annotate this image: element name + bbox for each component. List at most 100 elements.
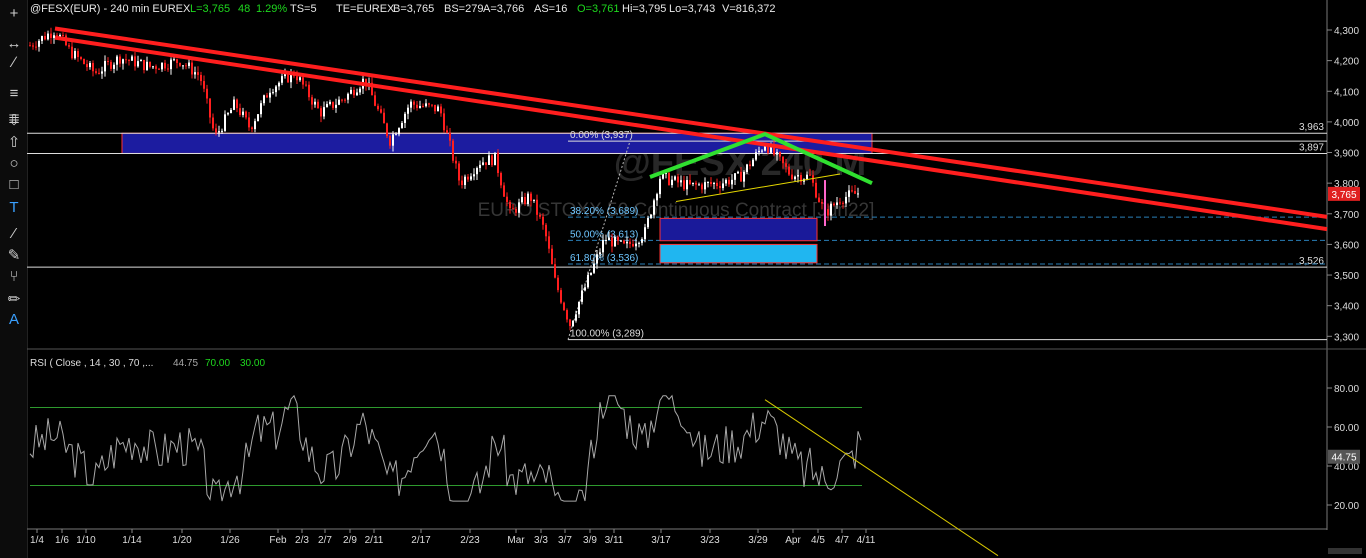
candle-body: [776, 152, 778, 155]
candle-body: [173, 59, 175, 61]
candle-group: [29, 27, 859, 331]
candle-body: [668, 173, 670, 186]
candle-body: [299, 77, 301, 81]
candle-body: [152, 66, 154, 68]
candle-body: [779, 152, 781, 157]
fib-label: 61.80% (3,536): [570, 253, 638, 264]
supply-zone-box-lower[interactable]: [659, 217, 818, 242]
candle-body: [827, 209, 829, 216]
price-chart[interactable]: @FESX(EUR) - 240 min EUREX L=3,765 48 1.29%…: [0, 0, 1366, 558]
candle-body: [179, 62, 181, 66]
candle-body: [797, 175, 799, 177]
candle-body: [518, 202, 520, 213]
candle-body: [596, 254, 598, 264]
scrollbar-thumb[interactable]: [1328, 548, 1362, 554]
candle-body: [716, 182, 718, 187]
candle-body: [95, 71, 97, 73]
candle-body: [50, 33, 52, 38]
rsi-tick-label: 80.00: [1334, 384, 1359, 395]
candle-body: [332, 101, 334, 108]
candle-body: [752, 159, 754, 167]
candle-body: [314, 101, 316, 105]
fib-label: 38.20% (3,689): [570, 206, 638, 217]
candle-body: [194, 72, 196, 75]
downtrend-line-upper[interactable]: [54, 26, 1328, 219]
candle-body: [269, 92, 271, 98]
candle-body: [422, 106, 424, 108]
time-tick-label: 2/23: [460, 535, 480, 546]
candle-body: [407, 107, 409, 114]
candle-body: [656, 194, 658, 201]
candle-body: [128, 59, 130, 61]
candle-body: [425, 103, 427, 107]
candle-body: [119, 56, 121, 64]
fib-label: 100.00% (3,289): [570, 329, 644, 340]
candle-body: [704, 182, 706, 190]
candle-body: [467, 176, 469, 180]
candle-body: [809, 174, 811, 176]
candle-body: [230, 109, 232, 114]
time-tick-label: 3/9: [583, 535, 597, 546]
candle-body: [200, 74, 202, 82]
candle-body: [101, 71, 103, 74]
candle-body: [86, 64, 88, 68]
candle-body: [494, 152, 496, 166]
candle-body: [620, 240, 622, 242]
candle-body: [32, 45, 34, 47]
time-tick-label: 3/7: [558, 535, 572, 546]
candle-body: [500, 173, 502, 186]
time-tick-label: 1/26: [220, 535, 240, 546]
candle-body: [572, 320, 574, 327]
candle-body: [344, 99, 346, 101]
candle-body: [440, 106, 442, 114]
candle-body: [419, 106, 421, 108]
candle-body: [854, 191, 856, 194]
candle-body: [218, 131, 220, 133]
time-tick-label: 2/7: [318, 535, 332, 546]
header-symbol: @FESX(EUR) - 240 min EUREX: [30, 3, 191, 15]
rsi-trendline[interactable]: [764, 399, 999, 557]
fib-label: 50.00% (3,613): [570, 229, 638, 240]
candle-body: [224, 114, 226, 131]
candle-body: [113, 64, 115, 69]
header-change-pct: 1.29%: [256, 3, 287, 15]
candle-body: [614, 236, 616, 247]
fib-label: 0.00% (3,937): [570, 130, 633, 141]
candle-body: [545, 224, 547, 237]
candle-body: [143, 59, 145, 71]
candle-body: [356, 92, 358, 96]
time-tick-label: 2/3: [295, 535, 309, 546]
candle-body: [251, 127, 253, 130]
candle-body: [491, 155, 493, 166]
candle-body: [650, 214, 652, 218]
candle-body: [410, 101, 412, 108]
candle-body: [458, 163, 460, 181]
candle-body: [80, 57, 82, 60]
candle-body: [725, 179, 727, 184]
candle-body: [89, 63, 91, 68]
candle-body: [353, 89, 355, 96]
candle-body: [317, 101, 319, 109]
level-label-3963: 3,963: [1299, 122, 1324, 133]
candle-body: [374, 95, 376, 106]
demand-zone-box[interactable]: [659, 243, 818, 264]
time-tick-label: 1/10: [76, 535, 96, 546]
candle-body: [785, 163, 787, 167]
rsi-tick-label: 60.00: [1334, 423, 1359, 434]
candle-body: [329, 101, 331, 104]
candle-body: [452, 140, 454, 161]
candle-body: [248, 117, 250, 128]
candle-body: [41, 36, 43, 41]
candle-body: [836, 202, 838, 206]
candle-body: [326, 103, 328, 108]
candle-body: [617, 236, 619, 241]
candle-body: [581, 290, 583, 302]
candle-body: [149, 61, 151, 67]
time-tick-label: Feb: [269, 535, 287, 546]
header-ask: A=3,766: [483, 3, 524, 15]
candle-body: [845, 196, 847, 204]
last-price-label: 3,765: [1331, 190, 1356, 201]
time-tick-label: Apr: [785, 535, 801, 546]
header-bid-size: BS=279: [444, 3, 483, 15]
candle-body: [233, 99, 235, 110]
